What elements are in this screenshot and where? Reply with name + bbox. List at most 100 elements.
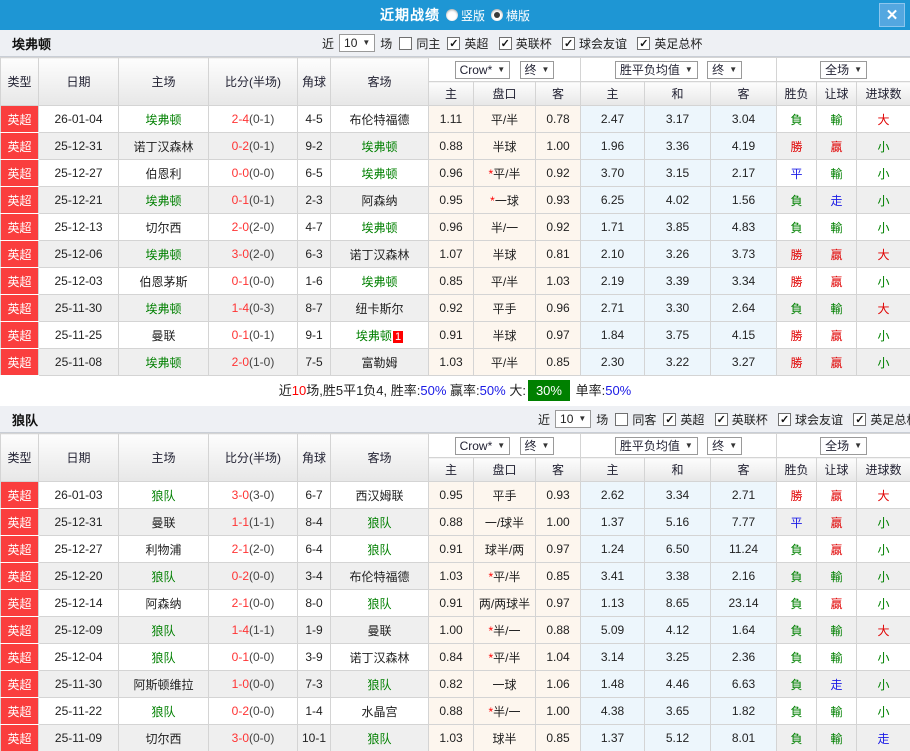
- odds-away: 0.93: [535, 186, 581, 214]
- match-score: 0-1(0-0): [208, 643, 298, 671]
- let-cell: 贏: [816, 589, 858, 617]
- match-date: 25-11-08: [38, 348, 119, 376]
- league-badge: 英超: [0, 535, 39, 563]
- odds-source-group: Crow* 终: [428, 57, 581, 82]
- league-label: 英超: [680, 412, 705, 427]
- odds-away: 1.06: [535, 670, 581, 698]
- away-team: 富勒姆: [330, 348, 429, 376]
- fulltime-select[interactable]: 全场: [820, 436, 867, 455]
- league-badge: 英超: [0, 240, 39, 268]
- league-checkbox[interactable]: 英联杯: [498, 35, 554, 52]
- away-team: 诺丁汉森林: [330, 240, 429, 268]
- result-cell: 負: [776, 213, 818, 241]
- away-team: 狼队: [330, 589, 429, 617]
- league-checkbox[interactable]: 球会友谊: [778, 411, 845, 428]
- league-checkbox[interactable]: 英联杯: [714, 411, 770, 428]
- odds-source-select[interactable]: Crow*: [454, 436, 511, 455]
- league-badge: 英超: [0, 294, 39, 322]
- avg-away: 2.17: [709, 159, 778, 187]
- avg-home: 1.48: [580, 670, 645, 698]
- layout-horizontal-option[interactable]: 横版: [491, 7, 530, 24]
- match-row: 英超 25-11-30 埃弗顿 1-4(0-3) 8-7 纽卡斯尔 0.92 平…: [0, 294, 910, 322]
- home-team: 阿斯顿维拉: [118, 670, 209, 698]
- let-rate: 50%: [479, 383, 506, 398]
- league-checkbox[interactable]: 英超: [663, 411, 706, 428]
- col-date: 日期: [38, 433, 119, 482]
- col-avg-draw: 和: [644, 81, 711, 106]
- avg-away: 3.27: [709, 348, 778, 376]
- close-button[interactable]: ✕: [879, 3, 905, 27]
- handicap-line: 半球: [473, 132, 536, 160]
- league-label: 英足总杯: [870, 412, 910, 427]
- odds-source-value: Crow*: [459, 62, 493, 77]
- odds-stage-select[interactable]: 终: [519, 60, 555, 79]
- odds-source-select[interactable]: Crow*: [454, 60, 511, 79]
- avg-home: 5.09: [580, 616, 645, 644]
- avg-stage-select[interactable]: 终: [707, 436, 743, 455]
- result-cell: 負: [776, 562, 818, 590]
- everton-table: 类型 日期 主场 比分(半场) 角球 客场 Crow* 终 胜平负均值 终 全场…: [0, 57, 910, 376]
- league-checkbox[interactable]: 英足总杯: [637, 35, 704, 52]
- avg-odds-group: 胜平负均值 终: [579, 433, 778, 458]
- away-team: 狼队: [330, 724, 429, 751]
- same-home-checkbox[interactable]: 同主: [399, 35, 442, 52]
- odds-home: 1.03: [428, 724, 474, 751]
- same-away-checkbox[interactable]: 同客: [615, 411, 658, 428]
- handicap-line: 一球: [473, 670, 536, 698]
- league-badge: 英超: [0, 321, 39, 349]
- odds-stage-select[interactable]: 终: [519, 436, 555, 455]
- handicap-line: 球半: [473, 724, 536, 751]
- league-checkbox[interactable]: 英超: [447, 35, 490, 52]
- avg-type-select[interactable]: 胜平负均值: [614, 436, 698, 455]
- checkbox-unchecked-icon: [615, 412, 629, 426]
- recent-count-select[interactable]: 10: [339, 34, 376, 52]
- avg-home: 2.47: [580, 105, 645, 133]
- handicap-line: *半/一: [473, 616, 536, 644]
- handicap-line: 两/两球半: [473, 589, 536, 617]
- let-cell: 輸: [816, 159, 858, 187]
- recent-count-select[interactable]: 10: [555, 410, 592, 428]
- corner-count: 3-9: [297, 643, 331, 671]
- league-badge: 英超: [0, 267, 39, 295]
- goals-cell: 小: [856, 321, 910, 349]
- handicap-line: 一/球半: [473, 508, 536, 536]
- corner-count: 9-1: [297, 321, 331, 349]
- corner-count: 6-4: [297, 535, 331, 563]
- goals-cell: 大: [856, 294, 910, 322]
- checkbox-checked-icon: [447, 36, 461, 50]
- near-label: 近: [322, 36, 335, 51]
- avg-type-value: 胜平负均值: [619, 438, 680, 453]
- avg-draw: 3.36: [644, 132, 711, 160]
- away-team: 狼队: [330, 535, 429, 563]
- handicap-line: 平/半: [473, 105, 536, 133]
- result-cell: 負: [776, 670, 818, 698]
- summary-record: 场,胜5平1负4, 胜率:: [306, 383, 421, 398]
- handicap-line: 平手: [473, 481, 536, 509]
- goals-cell: 大: [856, 105, 910, 133]
- corner-count: 1-6: [297, 267, 331, 295]
- same-away-label: 同客: [632, 412, 657, 427]
- odds-home: 0.88: [428, 697, 474, 725]
- avg-away: 2.71: [709, 481, 778, 509]
- avg-away: 8.01: [709, 724, 778, 751]
- avg-away: 4.19: [709, 132, 778, 160]
- fulltime-select[interactable]: 全场: [820, 60, 867, 79]
- col-odds-home: 主: [428, 457, 474, 482]
- match-date: 25-11-30: [38, 670, 119, 698]
- league-checkbox[interactable]: 英足总杯: [853, 411, 910, 428]
- avg-home: 2.10: [580, 240, 645, 268]
- games-label: 场: [380, 36, 393, 51]
- league-label: 英联杯: [731, 412, 768, 427]
- goals-cell: 小: [856, 348, 910, 376]
- avg-stage-select[interactable]: 终: [707, 60, 743, 79]
- away-team: 狼队: [330, 670, 429, 698]
- everton-summary-bar: 近10场,胜5平1负4, 胜率:50% 赢率:50% 大: 30% 单率:50%: [0, 376, 910, 406]
- avg-draw: 3.30: [644, 294, 711, 322]
- league-checkbox[interactable]: 球会友谊: [562, 35, 629, 52]
- avg-type-select[interactable]: 胜平负均值: [614, 60, 698, 79]
- odds-away: 0.88: [535, 616, 581, 644]
- avg-draw: 6.50: [644, 535, 711, 563]
- avg-draw: 4.02: [644, 186, 711, 214]
- layout-vertical-option[interactable]: 竖版: [445, 7, 485, 24]
- col-result: 胜负: [776, 81, 818, 106]
